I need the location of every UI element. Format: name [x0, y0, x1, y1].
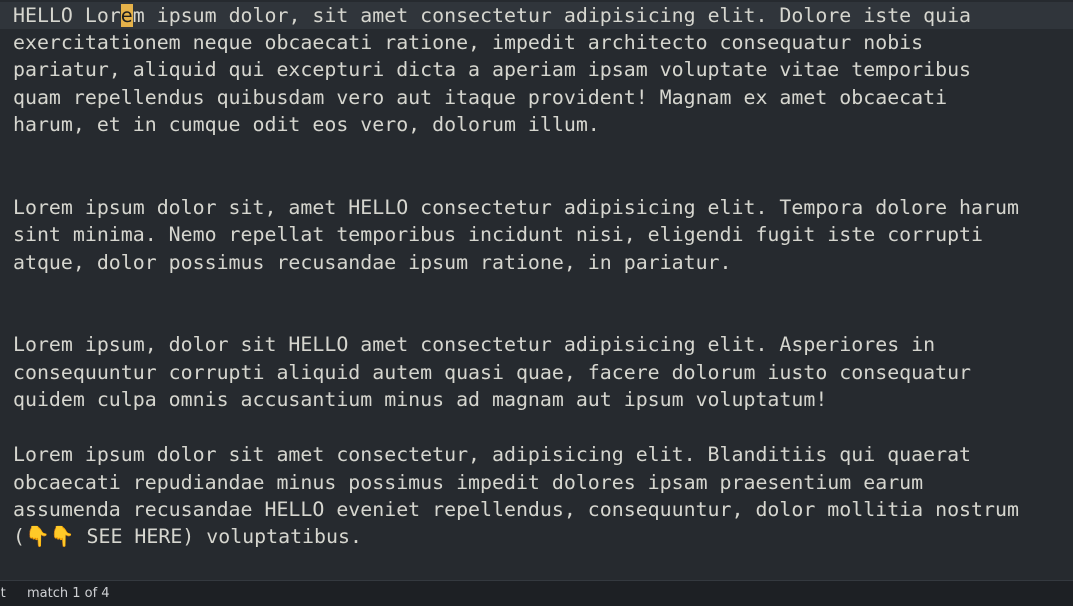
pointing-down-icon: 👇👇 — [24, 525, 75, 548]
text-editor[interactable]: HELLO Lorem ipsum dolor, sit amet consec… — [0, 0, 1073, 580]
editor-line[interactable]: harum, et in cumque odit eos vero, dolor… — [0, 111, 1073, 138]
search-match-count: match 1 of 4 — [27, 586, 110, 601]
text-cursor: e — [120, 4, 133, 27]
editor-line[interactable]: quam repellendus quibusdam vero aut itaq… — [0, 84, 1073, 111]
editor-line[interactable]: sint minima. Nemo repellat temporibus in… — [0, 221, 1073, 248]
status-bar: it match 1 of 4 — [0, 580, 1073, 606]
editor-line[interactable]: quidem culpa omnis accusantium minus ad … — [0, 386, 1073, 413]
editor-line[interactable]: obcaecati repudiandae minus possimus imp… — [0, 469, 1073, 496]
editor-line[interactable]: consequuntur corrupti aliquid autem quas… — [0, 359, 1073, 386]
editor-line[interactable]: Lorem ipsum dolor sit amet consectetur, … — [0, 441, 1073, 468]
editor-line[interactable]: pariatur, aliquid qui excepturi dicta a … — [0, 56, 1073, 83]
editor-line[interactable]: assumenda recusandae HELLO eveniet repel… — [0, 496, 1073, 523]
line-text: m ipsum dolor, sit amet consectetur adip… — [132, 4, 972, 27]
editor-line-current[interactable]: HELLO Lorem ipsum dolor, sit amet consec… — [0, 2, 1073, 29]
line-text: ( — [13, 525, 25, 548]
editor-line[interactable]: exercitationem neque obcaecati ratione, … — [0, 29, 1073, 56]
editor-line[interactable]: Lorem ipsum, dolor sit HELLO amet consec… — [0, 331, 1073, 358]
editor-line[interactable]: Lorem ipsum dolor sit, amet HELLO consec… — [0, 194, 1073, 221]
editor-line[interactable]: atque, dolor possimus recusandae ipsum r… — [0, 249, 1073, 276]
status-mode: it — [0, 586, 6, 601]
line-text: SEE HERE) voluptatibus. — [74, 525, 362, 548]
line-text: HELLO Lor — [13, 4, 121, 27]
editor-line[interactable]: (👇👇 SEE HERE) voluptatibus. — [0, 523, 1073, 550]
